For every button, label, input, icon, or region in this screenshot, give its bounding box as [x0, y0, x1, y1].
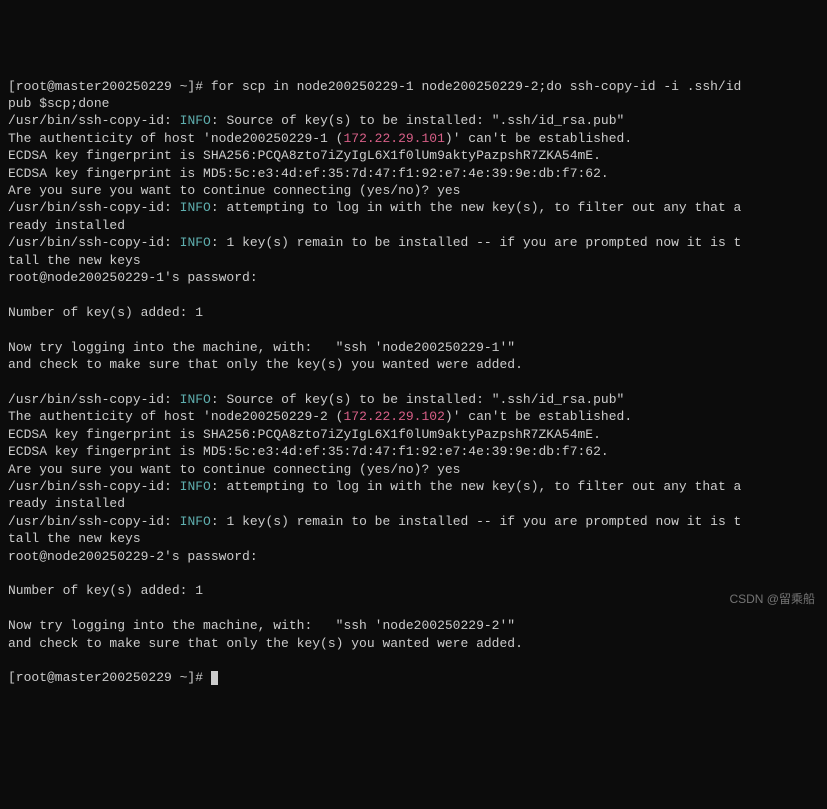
- ready-line: ready installed: [8, 496, 125, 511]
- info-tag: INFO: [180, 479, 211, 494]
- password-prompt: root@node200250229-1's password:: [8, 270, 258, 285]
- remain-line: /usr/bin/ssh-copy-id: INFO: 1 key(s) rem…: [8, 235, 741, 250]
- fp-sha: ECDSA key fingerprint is SHA256:PCQA8zto…: [8, 148, 601, 163]
- confirm-line: Are you sure you want to continue connec…: [8, 462, 460, 477]
- fp-sha: ECDSA key fingerprint is SHA256:PCQA8zto…: [8, 427, 601, 442]
- ip-address: 172.22.29.102: [343, 409, 444, 424]
- final-prompt: [root@master200250229 ~]#: [8, 670, 211, 685]
- keys-added: Number of key(s) added: 1: [8, 583, 203, 598]
- ssh-line: /usr/bin/ssh-copy-id: INFO: Source of ke…: [8, 113, 624, 128]
- info-tag: INFO: [180, 113, 211, 128]
- check-line: and check to make sure that only the key…: [8, 357, 523, 372]
- try-login: Now try logging into the machine, with: …: [8, 340, 515, 355]
- info-tag: INFO: [180, 200, 211, 215]
- info-tag: INFO: [180, 235, 211, 250]
- remain-line: /usr/bin/ssh-copy-id: INFO: 1 key(s) rem…: [8, 514, 741, 529]
- cmd-cont: pub $scp;done: [8, 96, 109, 111]
- ip-address: 172.22.29.101: [343, 131, 444, 146]
- confirm-line: Are you sure you want to continue connec…: [8, 183, 460, 198]
- prompt-top: [root@master200250229 ~]# for scp in nod…: [8, 79, 741, 94]
- attempt-line: /usr/bin/ssh-copy-id: INFO: attempting t…: [8, 200, 741, 215]
- info-tag: INFO: [180, 392, 211, 407]
- tall-line: tall the new keys: [8, 253, 141, 268]
- fp-md5: ECDSA key fingerprint is MD5:5c:e3:4d:ef…: [8, 166, 609, 181]
- fp-md5: ECDSA key fingerprint is MD5:5c:e3:4d:ef…: [8, 444, 609, 459]
- tall-line: tall the new keys: [8, 531, 141, 546]
- auth-line: The authenticity of host 'node200250229-…: [8, 131, 632, 146]
- attempt-line: /usr/bin/ssh-copy-id: INFO: attempting t…: [8, 479, 741, 494]
- keys-added: Number of key(s) added: 1: [8, 305, 203, 320]
- terminal-output[interactable]: [root@master200250229 ~]# for scp in nod…: [8, 78, 819, 687]
- ssh-line: /usr/bin/ssh-copy-id: INFO: Source of ke…: [8, 392, 624, 407]
- info-tag: INFO: [180, 514, 211, 529]
- watermark: CSDN @留乘船: [729, 591, 815, 608]
- auth-line: The authenticity of host 'node200250229-…: [8, 409, 632, 424]
- check-line: and check to make sure that only the key…: [8, 636, 523, 651]
- try-login: Now try logging into the machine, with: …: [8, 618, 515, 633]
- password-prompt: root@node200250229-2's password:: [8, 549, 258, 564]
- ready-line: ready installed: [8, 218, 125, 233]
- cursor[interactable]: [211, 671, 218, 685]
